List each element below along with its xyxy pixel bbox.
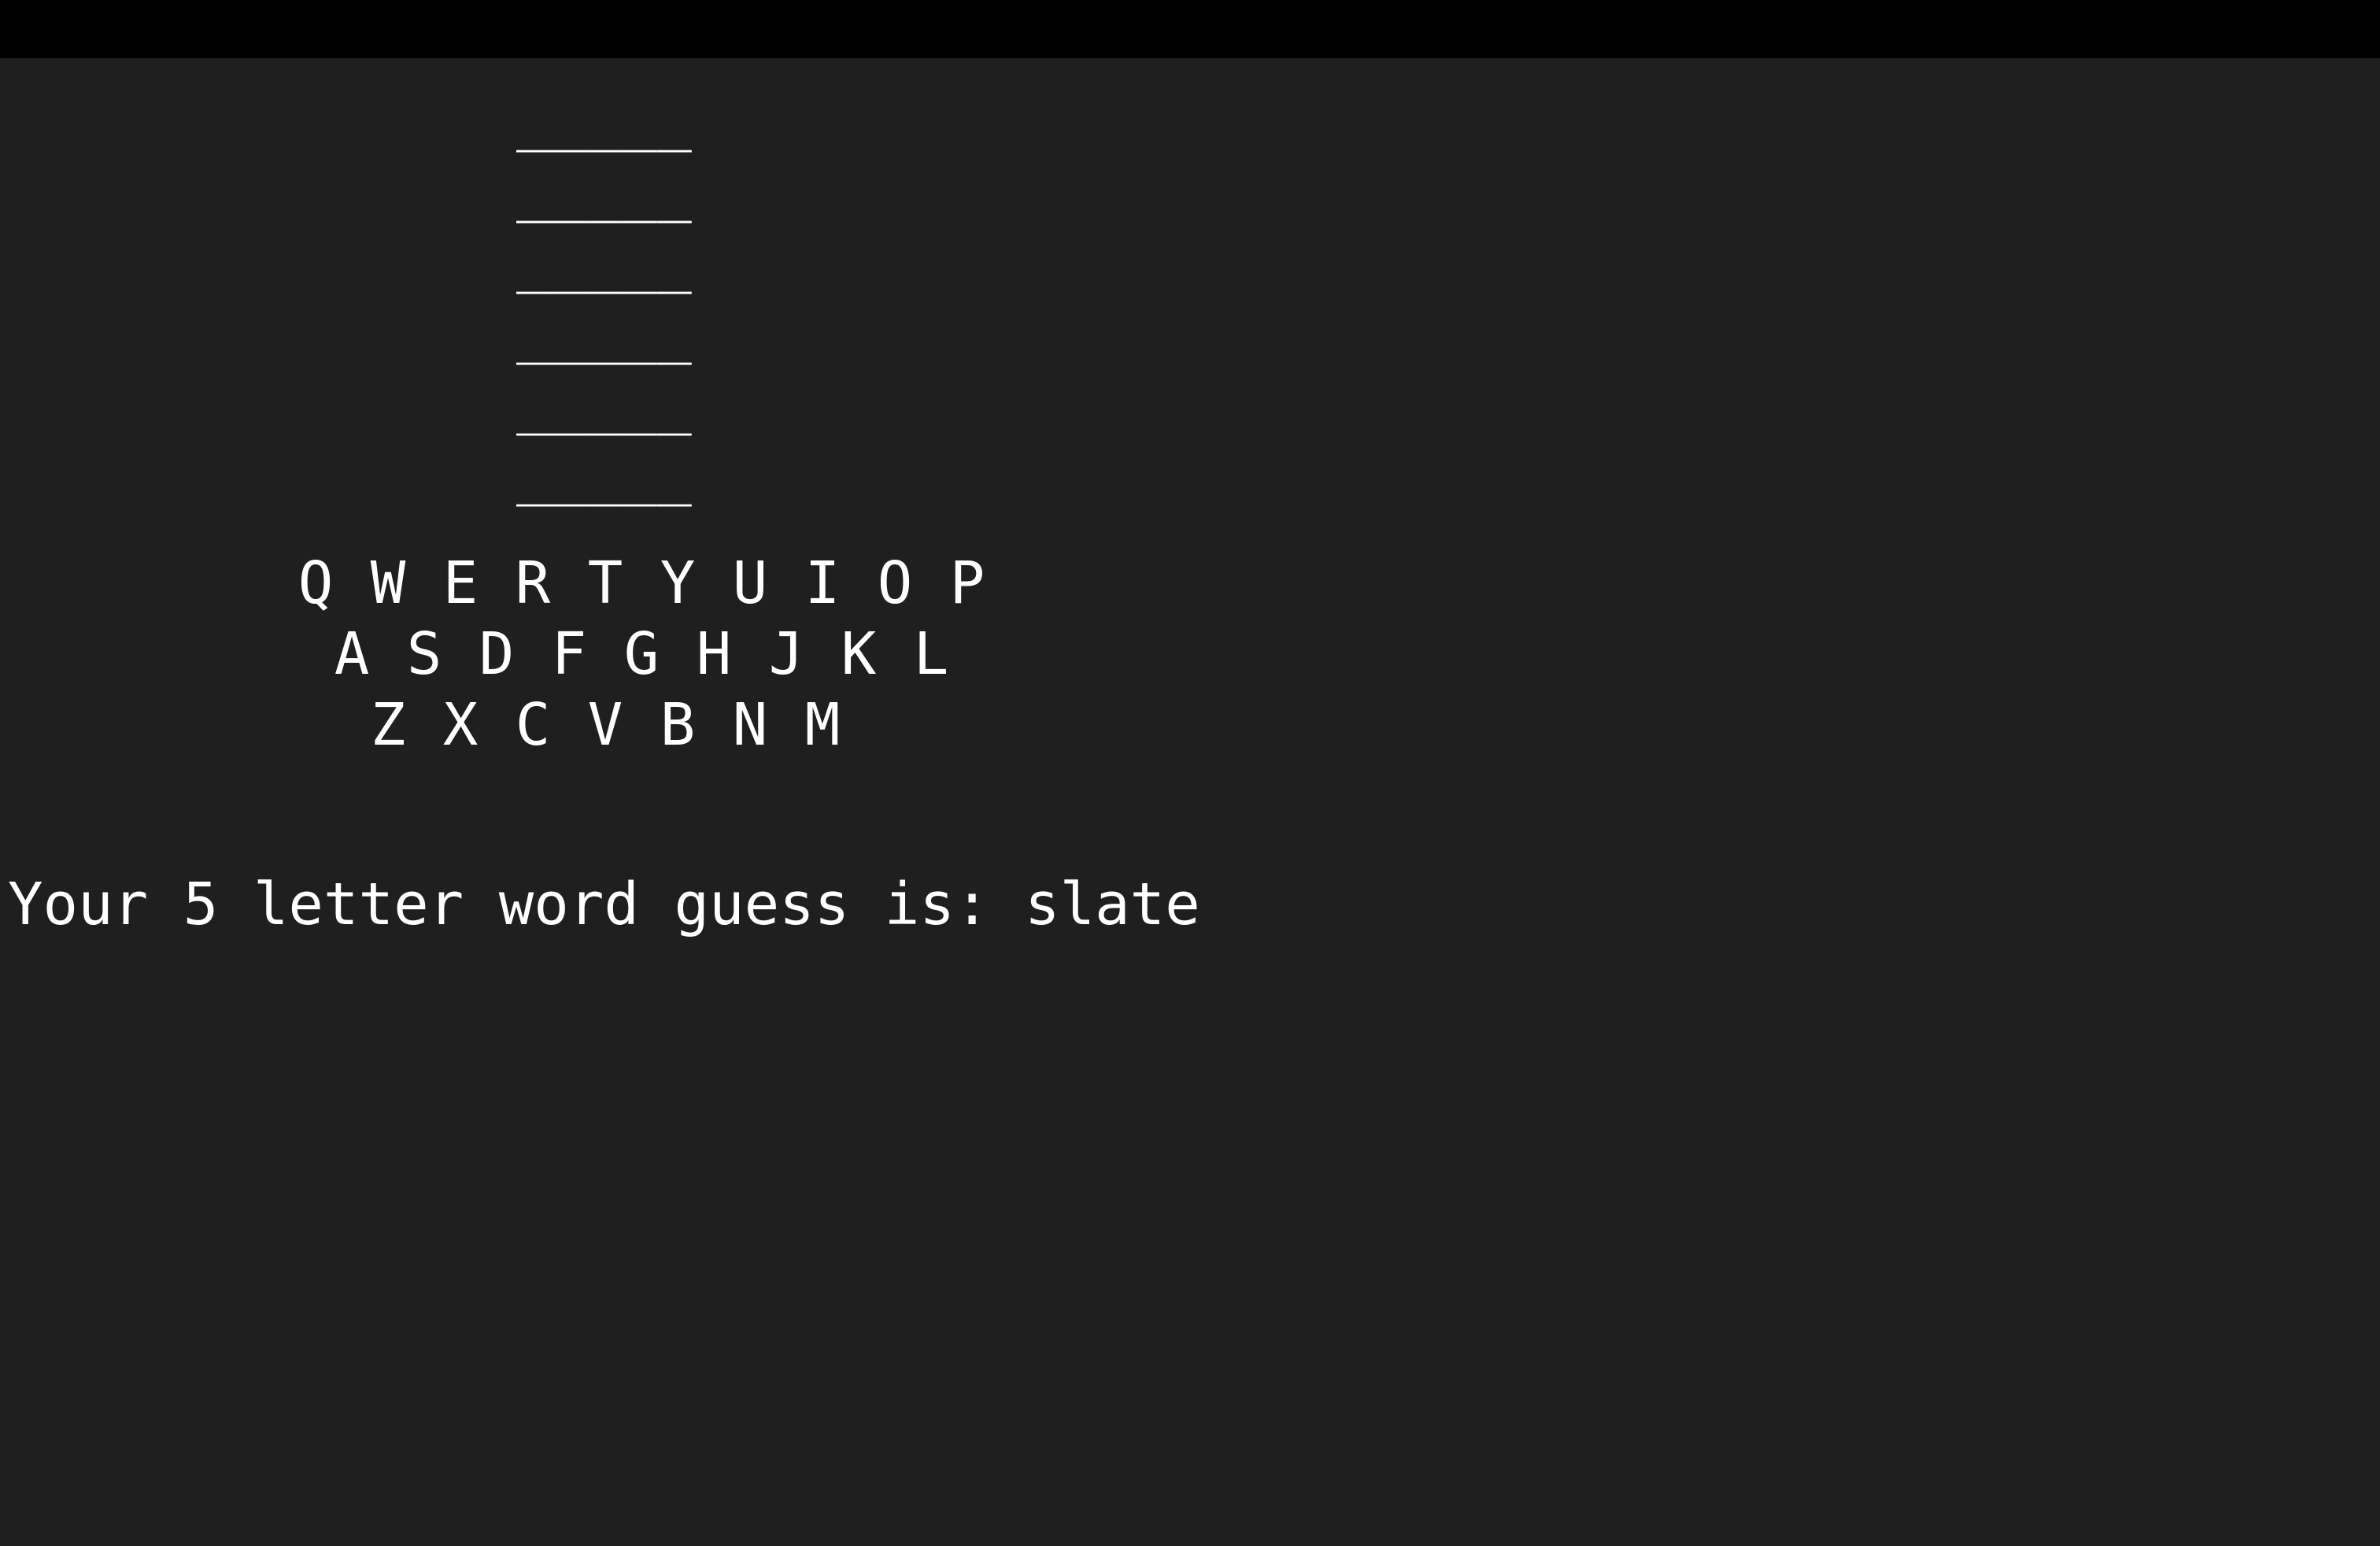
keyboard-key-j: J	[768, 620, 804, 688]
keyboard-row-1: QWERTYUIOP	[279, 554, 1003, 612]
guess-prompt[interactable]: Your 5 letter word guess is: slate	[8, 869, 1200, 940]
keyboard-row-3: ZXCVBNM	[352, 696, 859, 754]
terminal-output[interactable]: _____ _____ _____ _____ _____ _____ QWER…	[0, 58, 2380, 1546]
keyboard-key-t: T	[587, 549, 623, 617]
board-row-1: _____	[516, 85, 692, 153]
keyboard-key-d: D	[479, 620, 515, 688]
guess-input-value[interactable]: slate	[1025, 871, 1200, 938]
keyboard-key-r: R	[515, 549, 551, 617]
keyboard-key-e: E	[442, 549, 479, 617]
keyboard-key-w: W	[370, 549, 406, 617]
keyboard-key-i: I	[804, 549, 841, 617]
guess-prompt-label: Your 5 letter word guess is:	[8, 871, 1026, 938]
keyboard-key-u: U	[732, 549, 768, 617]
keyboard-key-v: V	[587, 691, 623, 759]
terminal-screen: _____ _____ _____ _____ _____ _____ QWER…	[0, 0, 2380, 1546]
keyboard-key-k: K	[841, 620, 877, 688]
keyboard-key-l: L	[913, 620, 949, 688]
keyboard-key-x: X	[442, 691, 479, 759]
board-row-3: _____	[516, 227, 692, 294]
keyboard-row-2: ASDFGHJKL	[316, 625, 967, 683]
keyboard-key-b: B	[660, 691, 696, 759]
keyboard-key-f: F	[551, 620, 587, 688]
keyboard-key-h: H	[696, 620, 732, 688]
window-top-bar	[0, 0, 2380, 58]
keyboard-key-s: S	[406, 620, 442, 688]
keyboard-key-g: G	[623, 620, 660, 688]
board-row-4: _____	[516, 298, 692, 365]
board-row-2: _____	[516, 156, 692, 224]
board-row-6: _____	[516, 439, 692, 507]
keyboard-key-m: M	[804, 691, 841, 759]
keyboard-key-p: P	[949, 549, 985, 617]
keyboard-key-o: O	[877, 549, 913, 617]
board-row-5: _____	[516, 368, 692, 436]
keyboard-key-c: C	[515, 691, 551, 759]
keyboard-key-y: Y	[660, 549, 696, 617]
keyboard-key-z: Z	[370, 691, 406, 759]
keyboard-key-a: A	[334, 620, 370, 688]
keyboard-key-q: Q	[298, 549, 334, 617]
keyboard-key-n: N	[732, 691, 768, 759]
